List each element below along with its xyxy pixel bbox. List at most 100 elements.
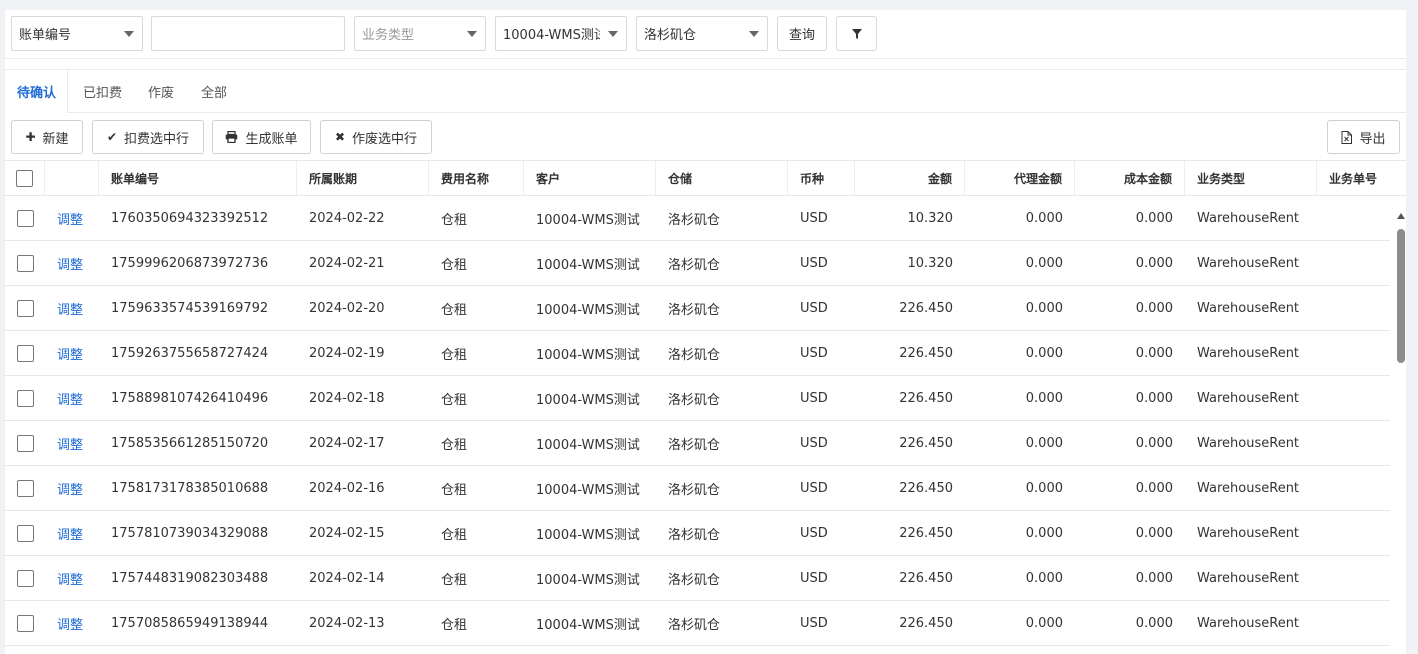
- cell-business-no: [1317, 241, 1390, 285]
- row-checkbox[interactable]: [16, 434, 34, 452]
- cell-agent-amount: 0.000: [1025, 300, 1063, 316]
- adjust-link[interactable]: 调整: [45, 376, 99, 420]
- row-select-cell: [5, 286, 45, 330]
- table-header: 账单编号 所属账期 费用名称 客户 仓储 币种 金额 代理金额 成本金额 业务类…: [5, 160, 1406, 196]
- cell-warehouse: 洛杉矶仓: [668, 302, 721, 318]
- void-selected-button[interactable]: ✖ 作废选中行: [320, 120, 432, 154]
- adjust-link[interactable]: 调整: [45, 196, 99, 240]
- row-checkbox[interactable]: [16, 209, 34, 227]
- cell-fee-name: 仓租: [441, 482, 468, 498]
- cell-fee-name: 仓租: [441, 302, 468, 318]
- cell-cost-amount: 0.000: [1135, 345, 1173, 361]
- plus-icon: ✚: [25, 130, 36, 144]
- cell-business-no: [1317, 421, 1390, 465]
- cell-period: 2024-02-22: [309, 210, 385, 226]
- row-select-cell: [5, 376, 45, 420]
- cell-warehouse: 洛杉矶仓: [668, 392, 721, 408]
- tab-voided[interactable]: 作废: [148, 70, 174, 113]
- tab-deducted[interactable]: 已扣费: [83, 70, 122, 113]
- cell-business-no: [1317, 601, 1390, 645]
- table-row[interactable]: 调整 1757085865949138944 2024-02-13 仓租 10004-W…: [5, 601, 1390, 646]
- cell-amount: 10.320: [907, 255, 954, 271]
- cell-currency: USD: [800, 255, 828, 271]
- cell-cost-amount: 0.000: [1135, 390, 1173, 406]
- adjust-link[interactable]: 调整: [45, 331, 99, 375]
- scroll-up-arrow-icon[interactable]: [1397, 213, 1405, 219]
- search-input[interactable]: [151, 16, 345, 51]
- cell-cost-amount: 0.000: [1135, 255, 1173, 271]
- select-all-cell: [5, 161, 45, 196]
- cell-amount: 226.450: [899, 390, 953, 406]
- cell-customer: 10004-WMS测试: [536, 572, 640, 588]
- status-tabs: 待确认 已扣费 作废 全部: [5, 69, 1406, 113]
- adjust-link[interactable]: 调整: [45, 241, 99, 285]
- header-currency: 币种: [788, 161, 855, 196]
- row-checkbox[interactable]: [16, 479, 34, 497]
- tab-all[interactable]: 全部: [201, 70, 227, 113]
- cell-period: 2024-02-18: [309, 390, 385, 406]
- table-row[interactable]: 调整 1759263755658727424 2024-02-19 仓租 10004-W…: [5, 331, 1390, 376]
- table-row[interactable]: 调整 1758535661285150720 2024-02-17 仓租 10004-W…: [5, 421, 1390, 466]
- cell-business-no: [1317, 511, 1390, 555]
- adjust-link[interactable]: 调整: [45, 556, 99, 600]
- cell-customer: 10004-WMS测试: [536, 347, 640, 363]
- generate-bill-button[interactable]: 生成账单: [212, 120, 311, 154]
- cell-customer: 10004-WMS测试: [536, 617, 640, 633]
- deduct-selected-button[interactable]: ✔ 扣费选中行: [92, 120, 204, 154]
- row-checkbox[interactable]: [16, 524, 34, 542]
- cell-business-type: WarehouseRent: [1197, 480, 1300, 496]
- cell-cost-amount: 0.000: [1135, 480, 1173, 496]
- adjust-link[interactable]: 调整: [45, 511, 99, 555]
- header-business-type: 业务类型: [1185, 161, 1317, 196]
- filter-button[interactable]: [836, 16, 877, 51]
- row-select-cell: [5, 331, 45, 375]
- adjust-link[interactable]: 调整: [45, 466, 99, 510]
- customer-select[interactable]: 10004-WMS测试: [495, 16, 627, 51]
- adjust-link[interactable]: 调整: [45, 421, 99, 465]
- header-period: 所属账期: [297, 161, 429, 196]
- row-checkbox[interactable]: [16, 569, 34, 587]
- cell-business-no: [1317, 376, 1390, 420]
- tab-pending[interactable]: 待确认: [17, 70, 56, 113]
- scrollbar-thumb[interactable]: [1397, 229, 1405, 363]
- check-icon: ✔: [106, 130, 118, 144]
- header-business-no: 业务单号: [1329, 172, 1378, 186]
- new-button-label: 新建: [42, 131, 69, 147]
- query-button[interactable]: 查询: [777, 16, 827, 51]
- new-button[interactable]: ✚ 新建: [11, 120, 83, 154]
- header-customer: 客户: [524, 161, 656, 196]
- adjust-link[interactable]: 调整: [45, 286, 99, 330]
- warehouse-select[interactable]: 洛杉矶仓: [636, 16, 768, 51]
- tab-voided-label: 作废: [148, 86, 175, 101]
- cell-business-type: WarehouseRent: [1197, 525, 1300, 541]
- select-all-checkbox[interactable]: [16, 170, 33, 187]
- adjust-link[interactable]: 调整: [45, 601, 99, 645]
- table-row[interactable]: 调整 1759996206873972736 2024-02-21 仓租 10004-W…: [5, 241, 1390, 286]
- main-panel: 账单编号 业务类型 10004-WMS测试 洛杉矶仓 查询 待确认 已扣费 作废…: [5, 10, 1406, 654]
- row-checkbox[interactable]: [16, 389, 34, 407]
- row-checkbox[interactable]: [16, 614, 34, 632]
- divider: [5, 58, 1406, 59]
- header-agent-amount: 代理金额: [965, 161, 1075, 196]
- cell-cost-amount: 0.000: [1135, 435, 1173, 451]
- table-row[interactable]: 调整 1757448319082303488 2024-02-14 仓租 10004-W…: [5, 556, 1390, 601]
- field-select[interactable]: 账单编号: [11, 16, 143, 51]
- row-checkbox[interactable]: [16, 254, 34, 272]
- row-select-cell: [5, 466, 45, 510]
- row-checkbox[interactable]: [16, 299, 34, 317]
- table-row[interactable]: 调整 1757810739034329088 2024-02-15 仓租 10004-W…: [5, 511, 1390, 556]
- export-button[interactable]: 导出: [1327, 120, 1400, 154]
- cell-period: 2024-02-14: [309, 570, 385, 586]
- table-row[interactable]: 调整 1758173178385010688 2024-02-16 仓租 10004-W…: [5, 466, 1390, 511]
- table-row[interactable]: 调整 1758898107426410496 2024-02-18 仓租 10004-W…: [5, 376, 1390, 421]
- cell-amount: 226.450: [899, 615, 953, 631]
- cell-bill-no: 1757448319082303488: [111, 570, 269, 586]
- table-row[interactable]: 调整 1759633574539169792 2024-02-20 仓租 10004-W…: [5, 286, 1390, 331]
- business-type-select[interactable]: 业务类型: [354, 16, 486, 51]
- row-checkbox[interactable]: [16, 344, 34, 362]
- export-file-icon: [1341, 130, 1353, 144]
- customer-select-value: 10004-WMS测试: [503, 28, 600, 43]
- table-row[interactable]: 调整 1760350694323392512 2024-02-22 仓租 10004-W…: [5, 196, 1390, 241]
- cell-fee-name: 仓租: [441, 257, 468, 273]
- cell-customer: 10004-WMS测试: [536, 392, 640, 408]
